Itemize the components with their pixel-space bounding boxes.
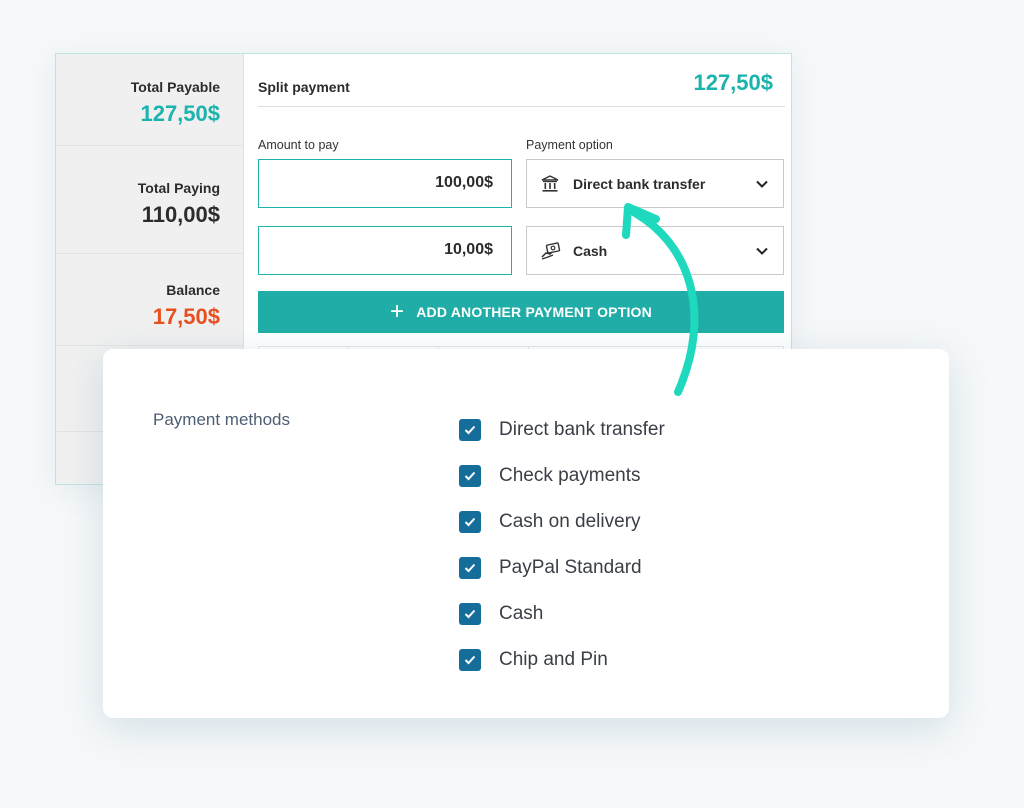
- total-paying-block: Total Paying 110,00$: [56, 146, 244, 254]
- checkbox[interactable]: [459, 419, 481, 441]
- bank-icon: [541, 174, 559, 193]
- payment-methods-label: Payment methods: [153, 410, 291, 429]
- payment-method-item[interactable]: Check payments: [459, 453, 665, 499]
- checkmark-icon: [464, 655, 476, 665]
- payment-methods-list: Direct bank transfer Check payments Cash…: [459, 407, 665, 683]
- payment-method-item[interactable]: Cash: [459, 591, 665, 637]
- checkmark-icon: [464, 609, 476, 619]
- checkbox[interactable]: [459, 649, 481, 671]
- payment-method-label: Check payments: [499, 465, 641, 486]
- chevron-down-icon: [755, 244, 769, 258]
- checkbox[interactable]: [459, 511, 481, 533]
- payment-method-item[interactable]: Chip and Pin: [459, 637, 665, 683]
- payment-method-item[interactable]: Direct bank transfer: [459, 407, 665, 453]
- checkbox[interactable]: [459, 465, 481, 487]
- payment-method-label: Cash on delivery: [499, 511, 641, 532]
- payment-method-label: Chip and Pin: [499, 649, 608, 670]
- checkbox[interactable]: [459, 603, 481, 625]
- payment-option-value: Direct bank transfer: [573, 175, 706, 192]
- checkmark-icon: [464, 471, 476, 481]
- cash-hand-icon: [541, 241, 561, 260]
- checkmark-icon: [464, 563, 476, 573]
- amount-input[interactable]: 100,00$: [258, 159, 512, 208]
- payment-method-label: Cash: [499, 603, 544, 624]
- balance-label: Balance: [166, 282, 220, 298]
- split-payment-title: Split payment: [258, 79, 350, 95]
- total-payable-value: 127,50$: [140, 101, 220, 126]
- payment-method-label: Direct bank transfer: [499, 419, 665, 440]
- checkmark-icon: [464, 425, 476, 435]
- amount-input[interactable]: 10,00$: [258, 226, 512, 275]
- amount-to-pay-label: Amount to pay: [258, 138, 339, 152]
- total-paying-value: 110,00$: [141, 202, 220, 227]
- checkbox[interactable]: [459, 557, 481, 579]
- balance-value: 17,50$: [152, 304, 220, 329]
- chevron-down-icon: [755, 177, 769, 191]
- split-payment-total: 127,50$: [693, 70, 773, 95]
- balance-block: Balance 17,50$: [56, 254, 244, 346]
- payment-method-label: PayPal Standard: [499, 557, 642, 578]
- curved-arrow-icon: [622, 203, 699, 396]
- total-payable-label: Total Payable: [130, 79, 220, 95]
- payment-method-item[interactable]: PayPal Standard: [459, 545, 665, 591]
- total-payable-block: Total Payable 127,50$: [56, 54, 244, 146]
- payment-methods-card: Payment methods Direct bank transfer Che…: [103, 349, 949, 718]
- payment-method-item[interactable]: Cash on delivery: [459, 499, 665, 545]
- divider: [258, 106, 785, 107]
- total-paying-label: Total Paying: [137, 180, 220, 196]
- plus-icon: +: [390, 298, 405, 325]
- payment-option-label: Payment option: [526, 138, 613, 152]
- checkmark-icon: [464, 517, 476, 527]
